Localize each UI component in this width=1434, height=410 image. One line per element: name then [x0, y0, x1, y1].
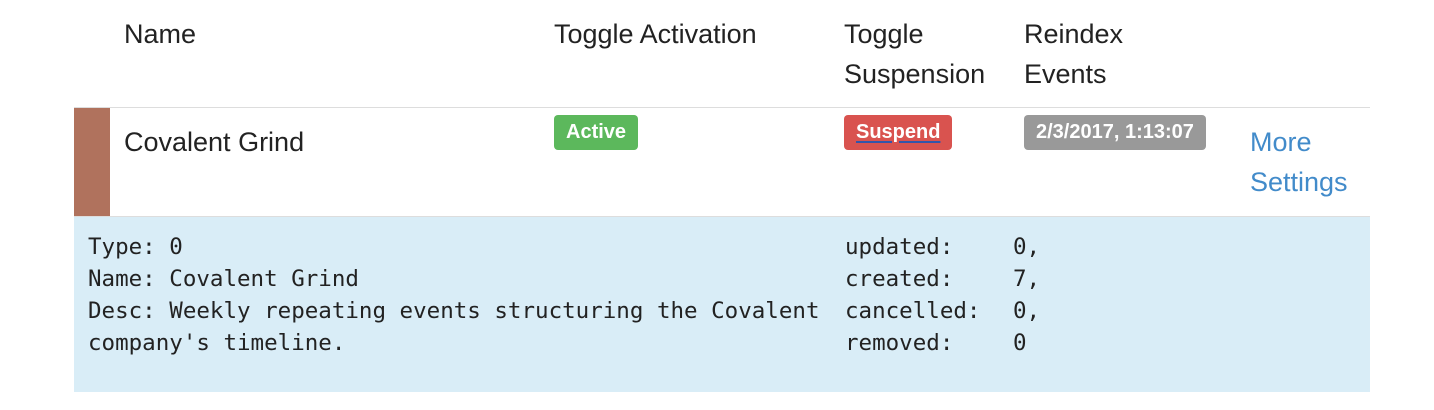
header-name-label: Name — [124, 19, 197, 49]
suspend-toggle-label: Suspend — [856, 121, 941, 143]
header-reindex-line1: Reindex — [1024, 19, 1124, 49]
more-settings-link[interactable]: More Settings — [1250, 122, 1348, 202]
stat-removed: removed: 0 — [845, 330, 1027, 356]
active-toggle-button[interactable]: Active — [554, 115, 639, 150]
calendar-name: Covalent Grind — [124, 127, 305, 157]
calendar-info: Type: 0 Name: Covalent Grind Desc: Weekl… — [88, 231, 828, 359]
more-settings-line1: More — [1250, 127, 1312, 157]
calendar-color-swatch — [74, 108, 110, 216]
more-settings-line2: Settings — [1250, 167, 1348, 197]
table-row: Covalent Grind Active Suspend 2/3/2017, … — [74, 108, 1370, 217]
header-reindex-line2: Events — [1024, 59, 1107, 89]
header-toggle-activation-label: Toggle Activation — [554, 19, 757, 49]
header-toggle-suspension: Toggle Suspension — [844, 14, 985, 94]
reindex-date-label: 2/3/2017, 1:13:07 — [1036, 121, 1194, 143]
suspend-toggle-button[interactable]: Suspend — [844, 115, 953, 150]
header-toggle-suspension-line1: Toggle — [844, 19, 924, 49]
reindex-stats: updated: 0, created: 7, cancelled: 0, remov… — [845, 231, 1040, 359]
calendar-description: Desc: Weekly repeating events structurin… — [88, 298, 834, 356]
calendar-details-panel: Type: 0 Name: Covalent Grind Desc: Weekl… — [74, 217, 1370, 392]
header-reindex-events: Reindex Events — [1024, 14, 1123, 94]
stat-updated: updated: 0, — [845, 234, 1041, 260]
stat-created: created: 7, — [845, 266, 1041, 292]
header-name: Name — [124, 14, 196, 54]
calendar-table: Name Toggle Activation Toggle Suspension… — [74, 0, 1370, 392]
stat-cancelled: cancelled: 0, — [845, 298, 1041, 324]
calendar-name-detail: Name: Covalent Grind — [88, 266, 359, 292]
header-toggle-activation: Toggle Activation — [554, 14, 757, 54]
active-toggle-label: Active — [566, 121, 627, 143]
table-header: Name Toggle Activation Toggle Suspension… — [74, 0, 1370, 108]
header-toggle-suspension-line2: Suspension — [844, 59, 986, 89]
calendar-type: Type: 0 — [88, 234, 183, 260]
reindex-events-button[interactable]: 2/3/2017, 1:13:07 — [1024, 115, 1206, 150]
